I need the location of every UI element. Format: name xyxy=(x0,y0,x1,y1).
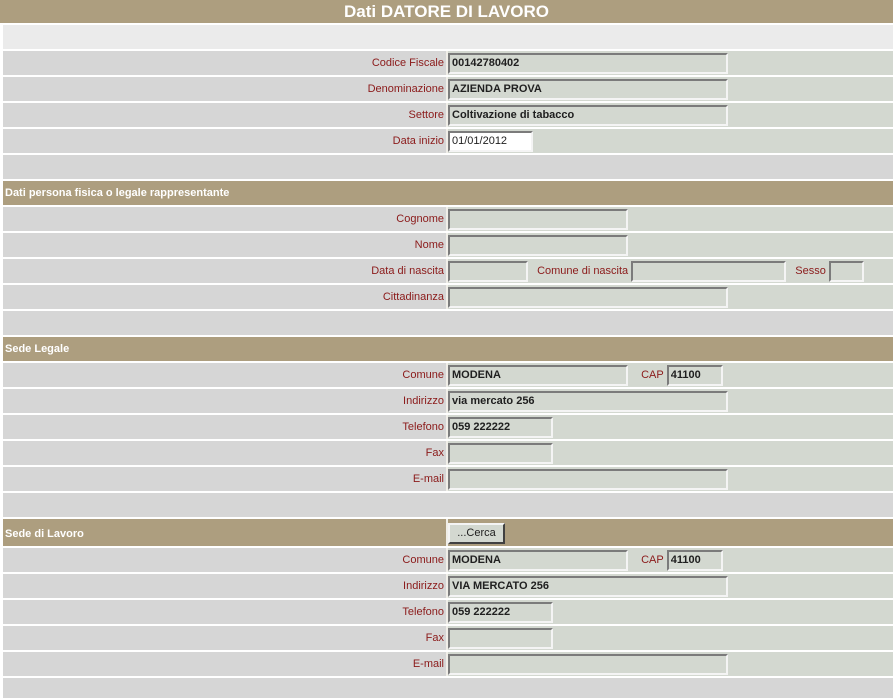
section-title-persona: Dati persona fisica o legale rappresenta… xyxy=(3,181,893,205)
slav-telefono-input[interactable] xyxy=(448,601,553,623)
section-title-sede-legale: Sede Legale xyxy=(3,337,893,361)
section-header-sede-lavoro: Sede di Lavoro ...Cerca xyxy=(3,519,893,546)
nome-input[interactable] xyxy=(448,234,628,256)
cognome-label: Cognome xyxy=(3,207,448,231)
denominazione-label: Denominazione xyxy=(3,77,448,101)
sesso-input[interactable] xyxy=(828,260,864,282)
row-sl-telefono: Telefono xyxy=(3,415,893,439)
row-sl-indirizzo: Indirizzo xyxy=(3,389,893,413)
sl-indirizzo-input[interactable] xyxy=(448,390,728,412)
sl-cap-label: CAP xyxy=(641,369,664,381)
sl-telefono-input[interactable] xyxy=(448,416,553,438)
sl-email-input[interactable] xyxy=(448,468,728,490)
sl-cap-input[interactable] xyxy=(666,364,723,386)
row-slav-fax: Fax xyxy=(3,626,893,650)
slav-fax-input[interactable] xyxy=(448,627,553,649)
sl-indirizzo-label: Indirizzo xyxy=(3,389,448,413)
nome-label: Nome xyxy=(3,233,448,257)
codice-fiscale-input[interactable] xyxy=(448,52,728,74)
spacer-row xyxy=(3,493,893,517)
cerca-button[interactable]: ...Cerca xyxy=(448,522,505,544)
cittadinanza-input[interactable] xyxy=(448,286,728,308)
sl-email-label: E-mail xyxy=(3,467,448,491)
spacer-row xyxy=(3,155,893,179)
section-header-sede-legale: Sede Legale xyxy=(3,337,893,361)
slav-cap-input[interactable] xyxy=(666,549,723,571)
section-header-persona: Dati persona fisica o legale rappresenta… xyxy=(3,181,893,205)
row-sl-comune: Comune CAP xyxy=(3,363,893,387)
slav-fax-label: Fax xyxy=(3,626,448,650)
row-codice-fiscale: Codice Fiscale xyxy=(3,51,893,75)
row-denominazione: Denominazione xyxy=(3,77,893,101)
sl-fax-label: Fax xyxy=(3,441,448,465)
row-cittadinanza: Cittadinanza xyxy=(3,285,893,309)
comune-nascita-label: Comune di nascita xyxy=(537,265,629,277)
section-title-sede-lavoro: Sede di Lavoro xyxy=(3,519,448,546)
denominazione-input[interactable] xyxy=(448,78,728,100)
data-nascita-input[interactable] xyxy=(448,260,528,282)
row-data-nascita: Data di nascita Comune di nascita Sesso xyxy=(3,259,893,283)
slav-email-label: E-mail xyxy=(3,652,448,676)
sl-comune-input[interactable] xyxy=(448,364,628,386)
slav-email-input[interactable] xyxy=(448,653,728,675)
spacer-row xyxy=(3,311,893,335)
settore-label: Settore xyxy=(3,103,448,127)
sl-fax-input[interactable] xyxy=(448,442,553,464)
sl-telefono-label: Telefono xyxy=(3,415,448,439)
row-slav-indirizzo: Indirizzo xyxy=(3,574,893,598)
slav-comune-input[interactable] xyxy=(448,549,628,571)
row-data-inizio: Data inizio xyxy=(3,129,893,153)
data-inizio-label: Data inizio xyxy=(3,129,448,153)
slav-cap-label: CAP xyxy=(641,554,664,566)
row-slav-comune: Comune CAP xyxy=(3,548,893,572)
data-inizio-input[interactable] xyxy=(448,130,533,152)
sesso-label: Sesso xyxy=(795,265,826,277)
page-title: Dati DATORE DI LAVORO xyxy=(0,0,893,23)
row-cognome: Cognome xyxy=(3,207,893,231)
row-slav-email: E-mail xyxy=(3,652,893,676)
row-sl-fax: Fax xyxy=(3,441,893,465)
sl-comune-label: Comune xyxy=(3,363,448,387)
spacer-row xyxy=(3,25,893,49)
slav-indirizzo-input[interactable] xyxy=(448,575,728,597)
row-nome: Nome xyxy=(3,233,893,257)
slav-comune-label: Comune xyxy=(3,548,448,572)
spacer-row xyxy=(3,678,893,698)
slav-telefono-label: Telefono xyxy=(3,600,448,624)
cittadinanza-label: Cittadinanza xyxy=(3,285,448,309)
slav-indirizzo-label: Indirizzo xyxy=(3,574,448,598)
row-slav-telefono: Telefono xyxy=(3,600,893,624)
settore-input[interactable] xyxy=(448,104,728,126)
codice-fiscale-label: Codice Fiscale xyxy=(3,51,448,75)
data-nascita-label: Data di nascita xyxy=(3,259,448,283)
employer-form: Codice Fiscale Denominazione Settore Dat… xyxy=(3,23,893,700)
row-sl-email: E-mail xyxy=(3,467,893,491)
row-settore: Settore xyxy=(3,103,893,127)
cognome-input[interactable] xyxy=(448,208,628,230)
comune-nascita-input[interactable] xyxy=(631,260,787,282)
